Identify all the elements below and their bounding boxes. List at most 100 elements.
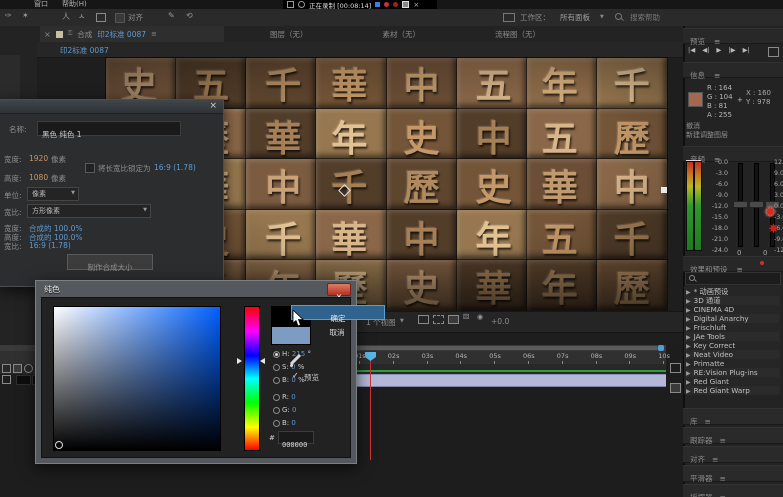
workspace-caret-icon[interactable]: ▼: [600, 14, 604, 20]
audio-slider-handle-2[interactable]: [749, 201, 764, 208]
effects-item[interactable]: ▶RE:Vision Plug-ins: [686, 368, 779, 377]
viewer-tab-1[interactable]: 素材（无）: [383, 29, 421, 40]
viewer-tab-0[interactable]: 图层（无）: [270, 29, 308, 40]
twirl-icon[interactable]: ▶: [686, 361, 691, 368]
composition-tab[interactable]: × ⚿ 合成 印2标准 0087 ≡: [40, 26, 224, 42]
frame-back-icon[interactable]: ◀|: [702, 46, 709, 54]
effects-item[interactable]: ▶* 动画预设: [686, 287, 779, 296]
recorder-pen-icon[interactable]: [375, 2, 380, 7]
recorder-zoom-icon[interactable]: [298, 1, 305, 8]
audio-slider-handle-1[interactable]: [733, 201, 748, 208]
solid-settings-close-button[interactable]: ×: [209, 101, 217, 111]
effects-item[interactable]: ▶Primatte: [686, 359, 779, 368]
red-row[interactable]: R: 0: [282, 393, 296, 401]
twirl-icon[interactable]: ▶: [686, 352, 691, 359]
make-comp-size-button[interactable]: 制作合成大小: [67, 254, 153, 270]
blue-row[interactable]: B: 0: [282, 419, 296, 427]
preview-panel-header[interactable]: 预览≡: [683, 28, 783, 44]
channel-icon[interactable]: ◉: [477, 313, 483, 321]
collapsed-panel-4[interactable]: 摇摆器≡: [683, 484, 783, 497]
width-value[interactable]: 1920: [29, 154, 48, 163]
collapsed-panel-menu-icon[interactable]: ≡: [720, 490, 726, 497]
units-dropdown[interactable]: 像素▼: [27, 187, 79, 201]
twirl-icon[interactable]: ▶: [686, 298, 691, 305]
effects-panel-header[interactable]: 效果和预设≡: [683, 256, 783, 272]
collapsed-panel-1[interactable]: 跟踪器≡: [683, 427, 783, 444]
layer-solo-switch[interactable]: [24, 364, 33, 373]
pen-tool-icon[interactable]: ✑: [5, 11, 12, 20]
tab-menu-icon[interactable]: ≡: [151, 30, 157, 38]
recorder-tool-icon[interactable]: [287, 1, 294, 8]
hue-arrow-right-icon[interactable]: [260, 358, 265, 364]
effects-item[interactable]: ▶Red Giant: [686, 377, 779, 386]
effects-item[interactable]: ▶3D 通道: [686, 296, 779, 305]
hue-slider[interactable]: [244, 306, 260, 451]
recorder-close-icon[interactable]: ×: [413, 1, 419, 9]
effects-item[interactable]: ▶Key Correct: [686, 341, 779, 350]
twirl-icon[interactable]: ▶: [686, 307, 691, 314]
view-count-caret-icon[interactable]: ▼: [400, 318, 404, 324]
red-radio[interactable]: [273, 394, 280, 401]
solid-settings-titlebar[interactable]: [0, 100, 223, 114]
lock-icon[interactable]: ⚿: [68, 30, 73, 38]
effects-item[interactable]: ▶Digital Anarchy: [686, 314, 779, 323]
twirl-icon[interactable]: ▶: [686, 343, 691, 350]
hue-arrow-left-icon[interactable]: [237, 358, 242, 364]
collapsed-panel-2[interactable]: 对齐≡: [683, 446, 783, 463]
comp-button-icon[interactable]: [670, 383, 681, 393]
viewer-tab-2[interactable]: 流程图（无）: [495, 29, 540, 40]
layer-feature-cell-1[interactable]: [16, 375, 31, 385]
skip-to-end-icon[interactable]: ▶|: [743, 46, 750, 54]
effects-search-input[interactable]: [685, 272, 781, 285]
title-action-safe-icon[interactable]: [433, 315, 444, 324]
field-cursor-icon[interactable]: [55, 441, 63, 449]
workspace-value[interactable]: 所有面板: [560, 12, 590, 23]
twirl-icon[interactable]: ▶: [686, 388, 691, 395]
layer-audio-switch[interactable]: [13, 364, 22, 373]
ok-button[interactable]: 确定: [291, 305, 385, 320]
mask-tool-icon[interactable]: ✎: [168, 11, 175, 20]
skip-to-start-icon[interactable]: |◀: [688, 46, 695, 54]
stop-dot-icon[interactable]: [393, 2, 398, 7]
info-panel-menu-icon[interactable]: ≡: [714, 71, 720, 80]
recorder-save-icon[interactable]: [402, 1, 409, 8]
name-input[interactable]: 黑色 纯色 1: [37, 121, 181, 136]
twirl-icon[interactable]: ▶: [686, 370, 691, 377]
menu-item-1[interactable]: 帮助(H): [62, 0, 87, 9]
roto-brush-tool-icon[interactable]: [96, 13, 106, 22]
exposure-value[interactable]: +0.0: [491, 317, 509, 326]
effects-item[interactable]: ▶CINEMA 4D: [686, 305, 779, 314]
comp-tab-name[interactable]: 印2标准 0087: [97, 29, 146, 40]
bri-radio[interactable]: [273, 377, 280, 384]
rotate-tool-icon[interactable]: ⟲: [186, 11, 193, 20]
play-icon[interactable]: ▶: [716, 46, 721, 54]
info-panel-header[interactable]: 信息≡: [683, 62, 783, 78]
hex-input[interactable]: 000000: [278, 431, 314, 444]
puppet-pin-tool-icon[interactable]: 人: [62, 11, 70, 22]
twirl-icon[interactable]: ▶: [686, 334, 691, 341]
collapsed-panel-3[interactable]: 平滑器≡: [683, 465, 783, 482]
record-dot-icon[interactable]: [384, 2, 389, 7]
collapsed-panel-0[interactable]: 库≡: [683, 408, 783, 425]
frame-forward-icon[interactable]: |▶: [728, 46, 735, 54]
grid-guides-icon[interactable]: [418, 315, 429, 324]
twirl-icon[interactable]: ▶: [686, 379, 691, 386]
tab-close-icon[interactable]: ×: [44, 30, 51, 39]
green-radio[interactable]: [273, 407, 280, 414]
comp-mini-flowchart-icon[interactable]: [670, 363, 681, 373]
brush-tool-icon[interactable]: ✶: [22, 11, 29, 20]
cti-line[interactable]: [370, 352, 371, 460]
preview-checkbox[interactable]: ✓: [292, 371, 299, 380]
hue-radio[interactable]: [273, 351, 280, 358]
lock-aspect-checkbox[interactable]: [85, 163, 95, 173]
region-of-interest-icon[interactable]: [448, 315, 459, 324]
blue-radio[interactable]: [273, 420, 280, 427]
twirl-icon[interactable]: ▶: [686, 289, 691, 296]
effects-item[interactable]: ▶Red Giant Warp: [686, 386, 779, 395]
sat-row[interactable]: S: 0 %: [282, 363, 304, 371]
layer-video-switch[interactable]: [2, 364, 11, 373]
snap-checkbox[interactable]: [115, 13, 125, 23]
loop-icon[interactable]: [768, 47, 779, 57]
saturation-brightness-field[interactable]: [53, 306, 221, 451]
preview-panel-menu-icon[interactable]: ≡: [714, 37, 720, 46]
